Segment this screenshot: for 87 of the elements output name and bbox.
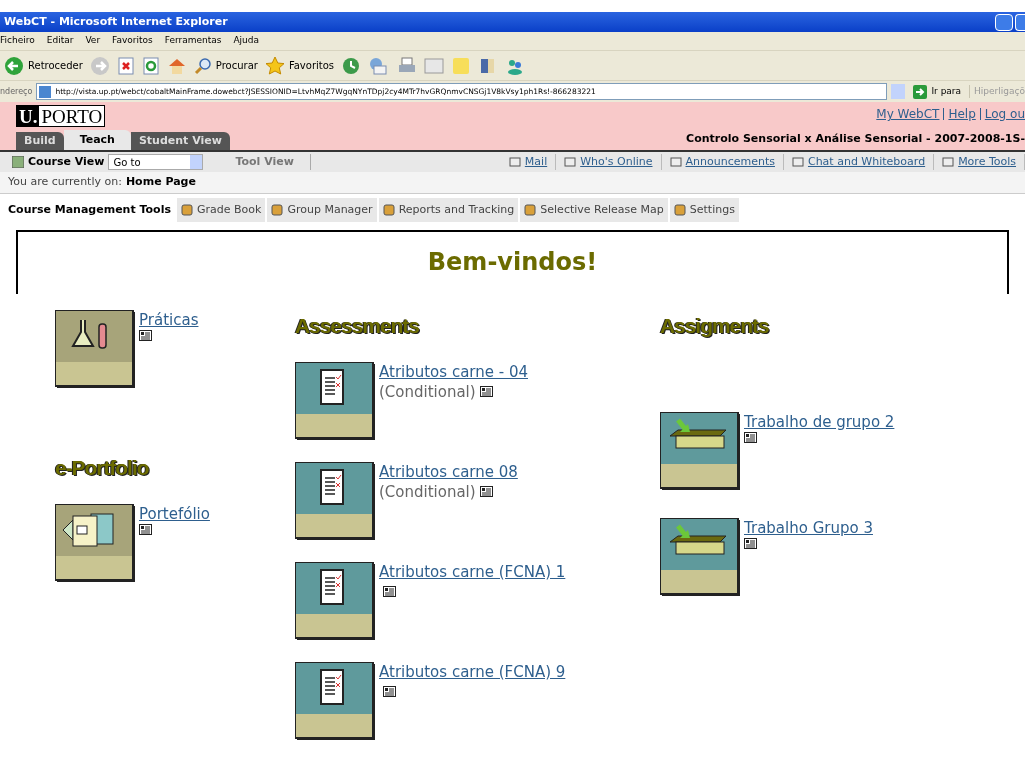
tool-icon [673,204,686,216]
header-link[interactable]: Log ou [979,108,1025,120]
refresh-icon[interactable] [141,56,160,75]
item-link[interactable]: Portefólio [139,503,210,524]
page-icon [39,85,52,98]
menu-item[interactable]: Ferramentas [164,34,222,48]
menu-item[interactable]: Editar [46,34,74,48]
checklist-icon[interactable] [295,461,375,540]
tool-icon [942,156,955,168]
item-link[interactable]: Trabalho de grupo 2 [744,411,895,432]
tool-icon [791,156,804,168]
conditional-note: (Conditional) [379,481,476,502]
info-card-icon[interactable] [139,523,152,535]
management-label: Course Management Tools [8,201,171,218]
tool-icon [669,156,682,168]
info-card-icon[interactable] [744,537,757,549]
item-link[interactable]: Atributos carne (FCNA) 9 [379,661,566,682]
tool-icon [524,204,537,216]
tool-view-tab[interactable]: Tool View [219,153,311,171]
management-tool[interactable]: Group Manager [267,198,377,222]
info-card-icon[interactable] [383,586,396,597]
documents-icon[interactable] [55,503,135,582]
checklist-icon[interactable] [295,661,375,740]
section-heading: e-Portfolio [55,455,150,481]
history-icon[interactable] [341,55,362,76]
info-card-icon[interactable] [479,486,493,497]
management-tool[interactable]: Selective Release Map [520,198,668,222]
item-link[interactable]: Atributos carne - 04 [379,361,528,382]
university-logo: U. PORTO [16,105,106,127]
toolbar-label[interactable]: Retroceder [28,58,83,73]
breadcrumb-page: Home Page [125,174,196,191]
chevron-icon [190,155,203,169]
tool-icon [181,204,193,216]
item-link[interactable]: Atributos carne 08 [379,461,518,482]
tool-icon [382,204,395,216]
management-tool[interactable]: Grade Book [177,198,266,222]
management-tool[interactable]: Settings [669,198,739,222]
tool-icon [271,204,284,216]
breadcrumb-label: You are currently on: [8,174,122,191]
inbox-tray-icon[interactable] [660,411,740,490]
toolbar-label[interactable]: Favoritos [288,58,335,73]
checklist-icon[interactable] [295,361,375,440]
menu-item[interactable]: Ajuda [233,34,260,48]
minimize-button[interactable] [995,13,1013,31]
course-view-tab[interactable]: Course View [28,153,105,171]
stop-icon[interactable] [116,56,135,75]
section-heading: Assigments [660,313,770,339]
tool-link[interactable]: Announcements [685,153,775,171]
tool-icon [508,156,521,168]
info-card-icon[interactable] [479,386,493,397]
header-link[interactable]: Help [943,108,976,120]
item-link[interactable]: Trabalho Grupo 3 [744,517,873,538]
welcome-heading: Bem-vindos! [427,247,598,278]
toolbar-label[interactable]: Procurar [215,58,258,73]
window-title: WebCT - Microsoft Internet Explorer [4,13,228,30]
goto-select[interactable]: Go to [108,154,204,170]
inbox-tray-icon[interactable] [660,517,740,596]
management-tool[interactable]: Reports and Tracking [378,198,519,222]
item-link[interactable]: Práticas [139,310,199,330]
checklist-icon[interactable] [295,561,375,640]
tool-link[interactable]: Mail [524,153,548,171]
tool-link[interactable]: Chat and Whiteboard [807,153,926,171]
restore-button[interactable] [1015,13,1025,31]
address-label: ndereço [0,85,33,98]
course-view-icon [12,156,24,168]
search-icon[interactable] [193,56,212,75]
item-link[interactable]: Atributos carne (FCNA) 1 [379,561,566,582]
menu-item[interactable]: Ver [85,34,101,48]
go-button[interactable]: Ir para [909,84,966,99]
info-card-icon[interactable] [139,330,152,341]
flask-tube-icon[interactable] [55,310,135,388]
go-arrow-icon [913,84,928,99]
menu-item[interactable]: Ficheiro [0,34,35,48]
star-icon[interactable] [264,55,285,76]
header-link[interactable]: My WebCT [876,108,940,120]
tool-link[interactable]: More Tools [958,153,1016,171]
menu-item[interactable]: Favoritos [112,34,153,48]
course-title: Controlo Sensorial x Análise Sensorial - 2007-2008-1S- [686,130,1025,147]
view-tab[interactable]: Build [16,132,64,150]
view-tab[interactable]: Teach [63,130,131,150]
conditional-note: (Conditional) [379,381,476,402]
section-heading: Assessments [295,313,420,339]
info-card-icon[interactable] [383,686,396,697]
view-tab[interactable]: Student View [130,132,230,150]
tool-link[interactable]: Who's Online [580,153,653,171]
tool-icon [564,156,577,168]
info-card-icon[interactable] [744,431,757,443]
